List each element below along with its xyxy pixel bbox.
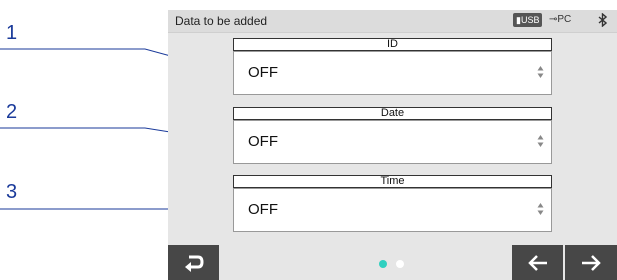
screen-title: Data to be added bbox=[175, 14, 268, 28]
time-selector[interactable]: OFF bbox=[233, 188, 552, 232]
bottom-bar bbox=[168, 245, 617, 280]
arrow-right-icon bbox=[582, 254, 601, 271]
status-bar: Data to be added ▮USB ⊸PC bbox=[168, 10, 617, 33]
date-selector[interactable]: OFF bbox=[233, 120, 552, 164]
page-indicator-dot bbox=[396, 260, 404, 268]
callout-number-3: 3 bbox=[6, 181, 18, 203]
back-button[interactable] bbox=[168, 245, 219, 280]
field-label-time: Time bbox=[233, 175, 552, 188]
return-arrow-icon bbox=[184, 255, 204, 272]
next-button[interactable] bbox=[565, 245, 617, 280]
spinner-updown-icon[interactable] bbox=[537, 134, 544, 148]
callout-number-1: 1 bbox=[6, 22, 18, 44]
field-label-date: Date bbox=[233, 107, 552, 120]
usb-indicator: ▮USB bbox=[513, 13, 543, 27]
page-indicator-dot-active bbox=[379, 260, 387, 268]
bluetooth-icon bbox=[598, 12, 608, 30]
date-value: OFF bbox=[248, 133, 278, 150]
id-selector[interactable]: OFF bbox=[233, 51, 552, 95]
spinner-updown-icon[interactable] bbox=[537, 65, 544, 79]
time-value: OFF bbox=[248, 201, 278, 218]
spinner-updown-icon[interactable] bbox=[537, 202, 544, 216]
pc-connection-indicator: ⊸PC bbox=[549, 14, 572, 25]
arrow-left-icon bbox=[527, 254, 547, 271]
previous-button[interactable] bbox=[512, 245, 563, 280]
id-value: OFF bbox=[248, 64, 278, 81]
device-screen: Data to be added ▮USB ⊸PC ID OFF Date OF… bbox=[168, 10, 617, 280]
callout-number-2: 2 bbox=[6, 101, 18, 123]
field-label-id: ID bbox=[233, 38, 552, 51]
